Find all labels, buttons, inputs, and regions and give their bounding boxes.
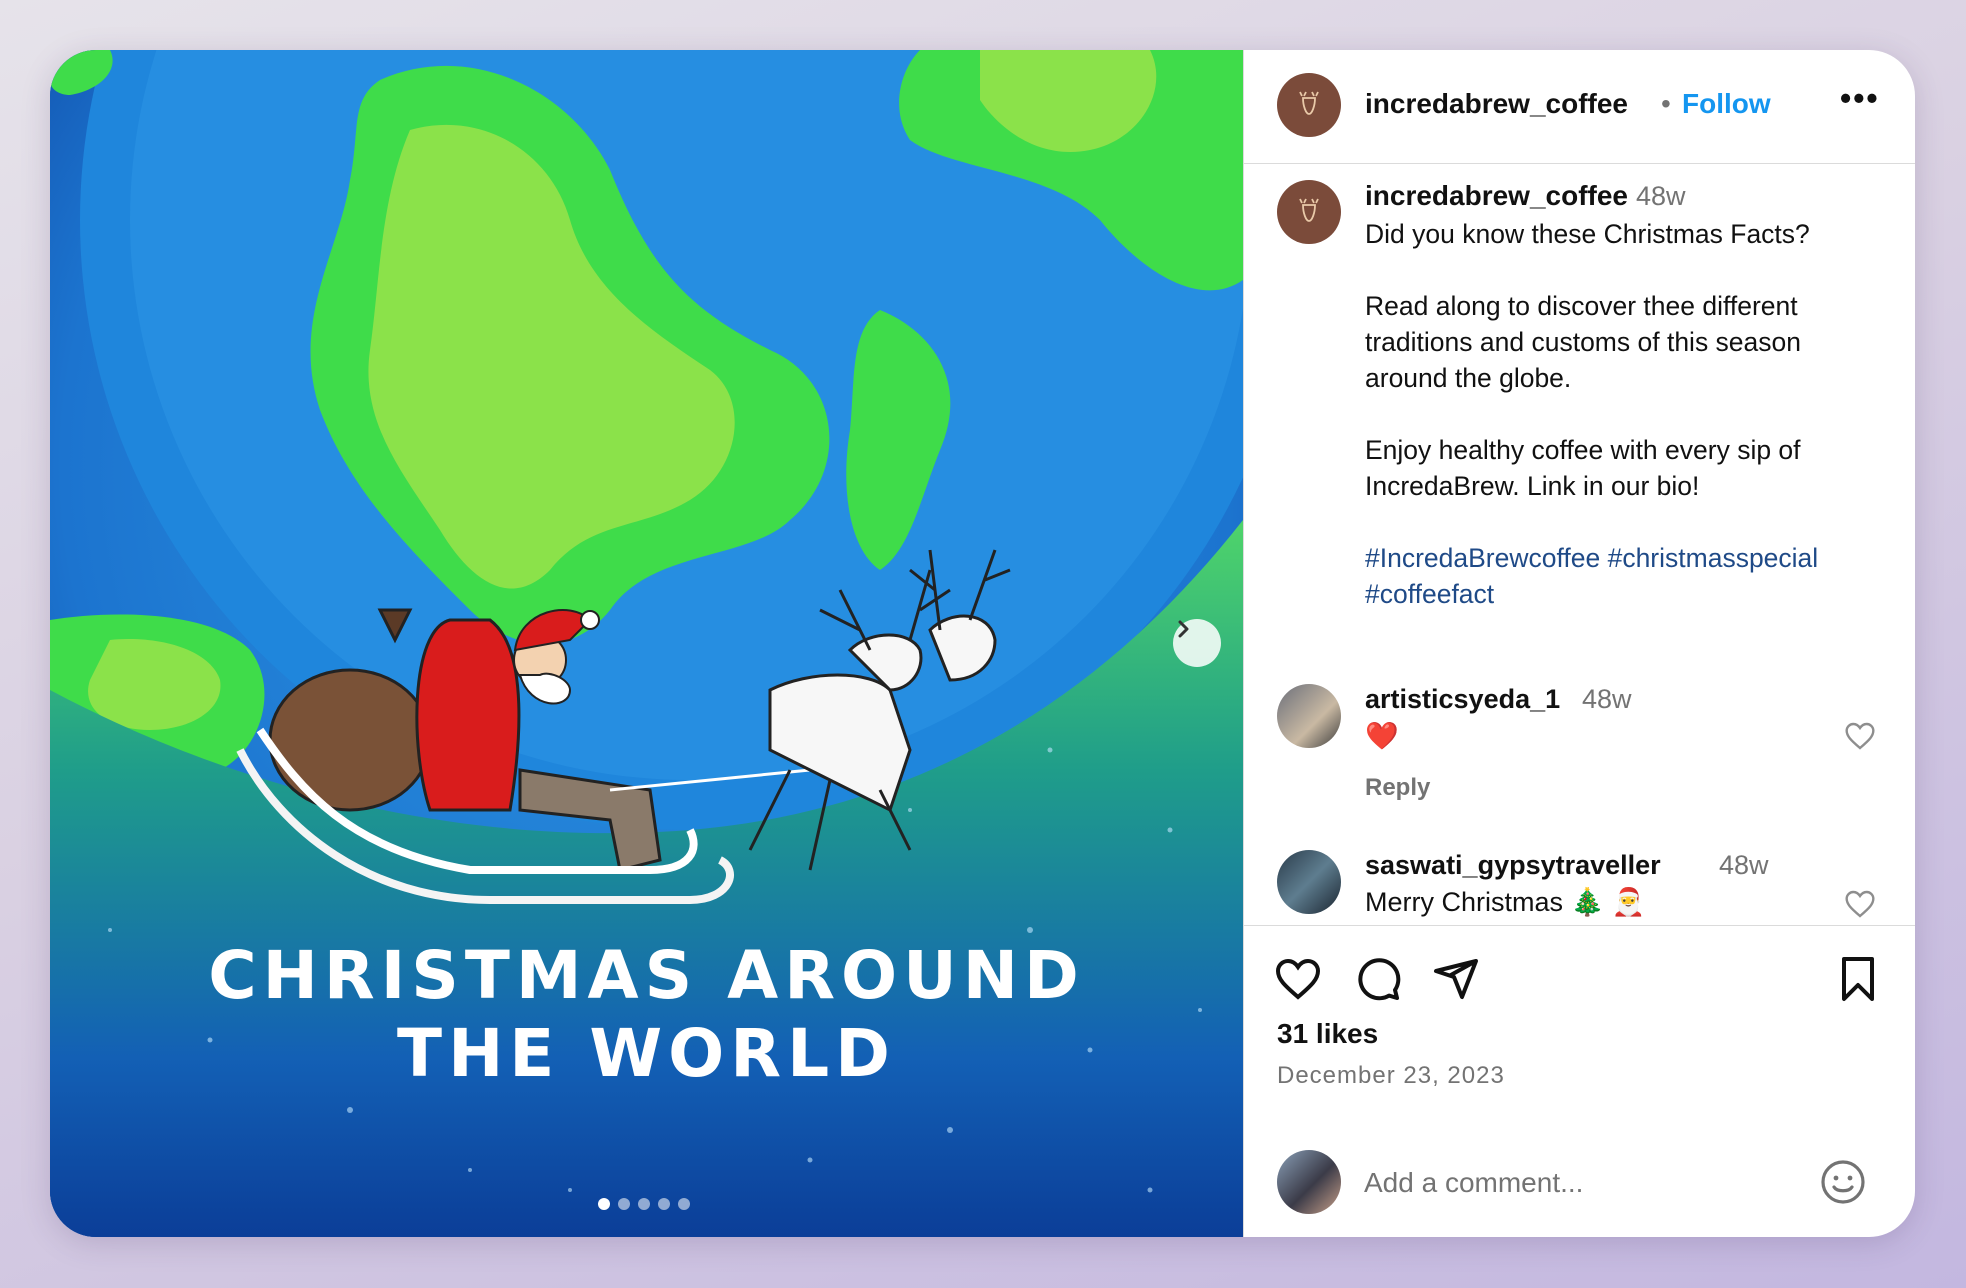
carousel-dot (618, 1198, 630, 1210)
reindeer-logo-icon (1299, 198, 1319, 222)
share-send-icon[interactable] (1432, 955, 1480, 1003)
caption-hashtags[interactable]: #IncredaBrewcoffee #christmasspecial #co… (1365, 540, 1885, 612)
reply-button[interactable]: Reply (1365, 774, 1430, 802)
post-image[interactable]: CHRISTMAS AROUND THE WORLD (50, 50, 1243, 1237)
post-date: December 23, 2023 (1277, 1062, 1505, 1089)
caption-paragraph: Read along to discover thee different tr… (1365, 291, 1802, 393)
commenter-avatar[interactable] (1277, 684, 1341, 748)
carousel-next-button[interactable] (1173, 619, 1221, 667)
header-username[interactable]: incredabrew_coffee (1365, 88, 1628, 120)
more-options-button[interactable]: ••• (1840, 80, 1880, 117)
caption-text: Did you know these Christmas Facts? Read… (1365, 216, 1885, 648)
profile-avatar[interactable] (1277, 73, 1341, 137)
slide-title-line1: CHRISTMAS AROUND (208, 937, 1085, 1014)
caption-line: Did you know these Christmas Facts? (1365, 219, 1810, 249)
reindeer-logo-icon (1299, 91, 1319, 115)
emoji-icon[interactable] (1819, 1158, 1867, 1206)
comment-heart-icon[interactable] (1844, 888, 1876, 920)
post-card: CHRISTMAS AROUND THE WORLD incredabrew_c… (50, 50, 1915, 1237)
comment-username[interactable]: saswati_gypsytraveller (1365, 850, 1661, 881)
caption-avatar[interactable] (1277, 180, 1341, 244)
comment-username[interactable]: artisticsyeda_1 (1365, 684, 1560, 715)
chevron-right-icon (1178, 620, 1189, 638)
commenter-avatar[interactable] (1277, 850, 1341, 914)
caption-timestamp: 48w (1636, 181, 1686, 211)
follow-button[interactable]: Follow (1682, 88, 1771, 120)
likes-count[interactable]: 31 likes (1277, 1018, 1378, 1050)
post-details-panel: incredabrew_coffee • Follow ••• incredab… (1243, 50, 1915, 1237)
slide-title-line2: THE WORLD (397, 1015, 896, 1092)
like-heart-icon[interactable] (1274, 955, 1322, 1003)
add-comment-input[interactable] (1362, 1158, 1806, 1208)
caption-paragraph: Enjoy healthy coffee with every sip of I… (1365, 435, 1801, 501)
comment-bubble-icon[interactable] (1354, 955, 1402, 1003)
comment-timestamp: 48w (1582, 684, 1632, 714)
comment-heart-icon[interactable] (1844, 720, 1876, 752)
post-header: incredabrew_coffee • Follow ••• (1244, 50, 1915, 164)
comment-timestamp: 48w (1719, 850, 1769, 880)
carousel-indicator (598, 1198, 690, 1210)
separator-dot: • (1661, 88, 1671, 119)
carousel-dot (658, 1198, 670, 1210)
carousel-dot (678, 1198, 690, 1210)
carousel-dot (638, 1198, 650, 1210)
save-bookmark-icon[interactable] (1834, 955, 1882, 1003)
carousel-dot (598, 1198, 610, 1210)
comment-text: ❤️ (1365, 721, 1399, 751)
caption-username[interactable]: incredabrew_coffee (1365, 180, 1628, 212)
actions-divider (1244, 925, 1915, 927)
comment-text: Merry Christmas 🎄 🎅 (1365, 887, 1646, 917)
current-user-avatar (1277, 1150, 1341, 1214)
